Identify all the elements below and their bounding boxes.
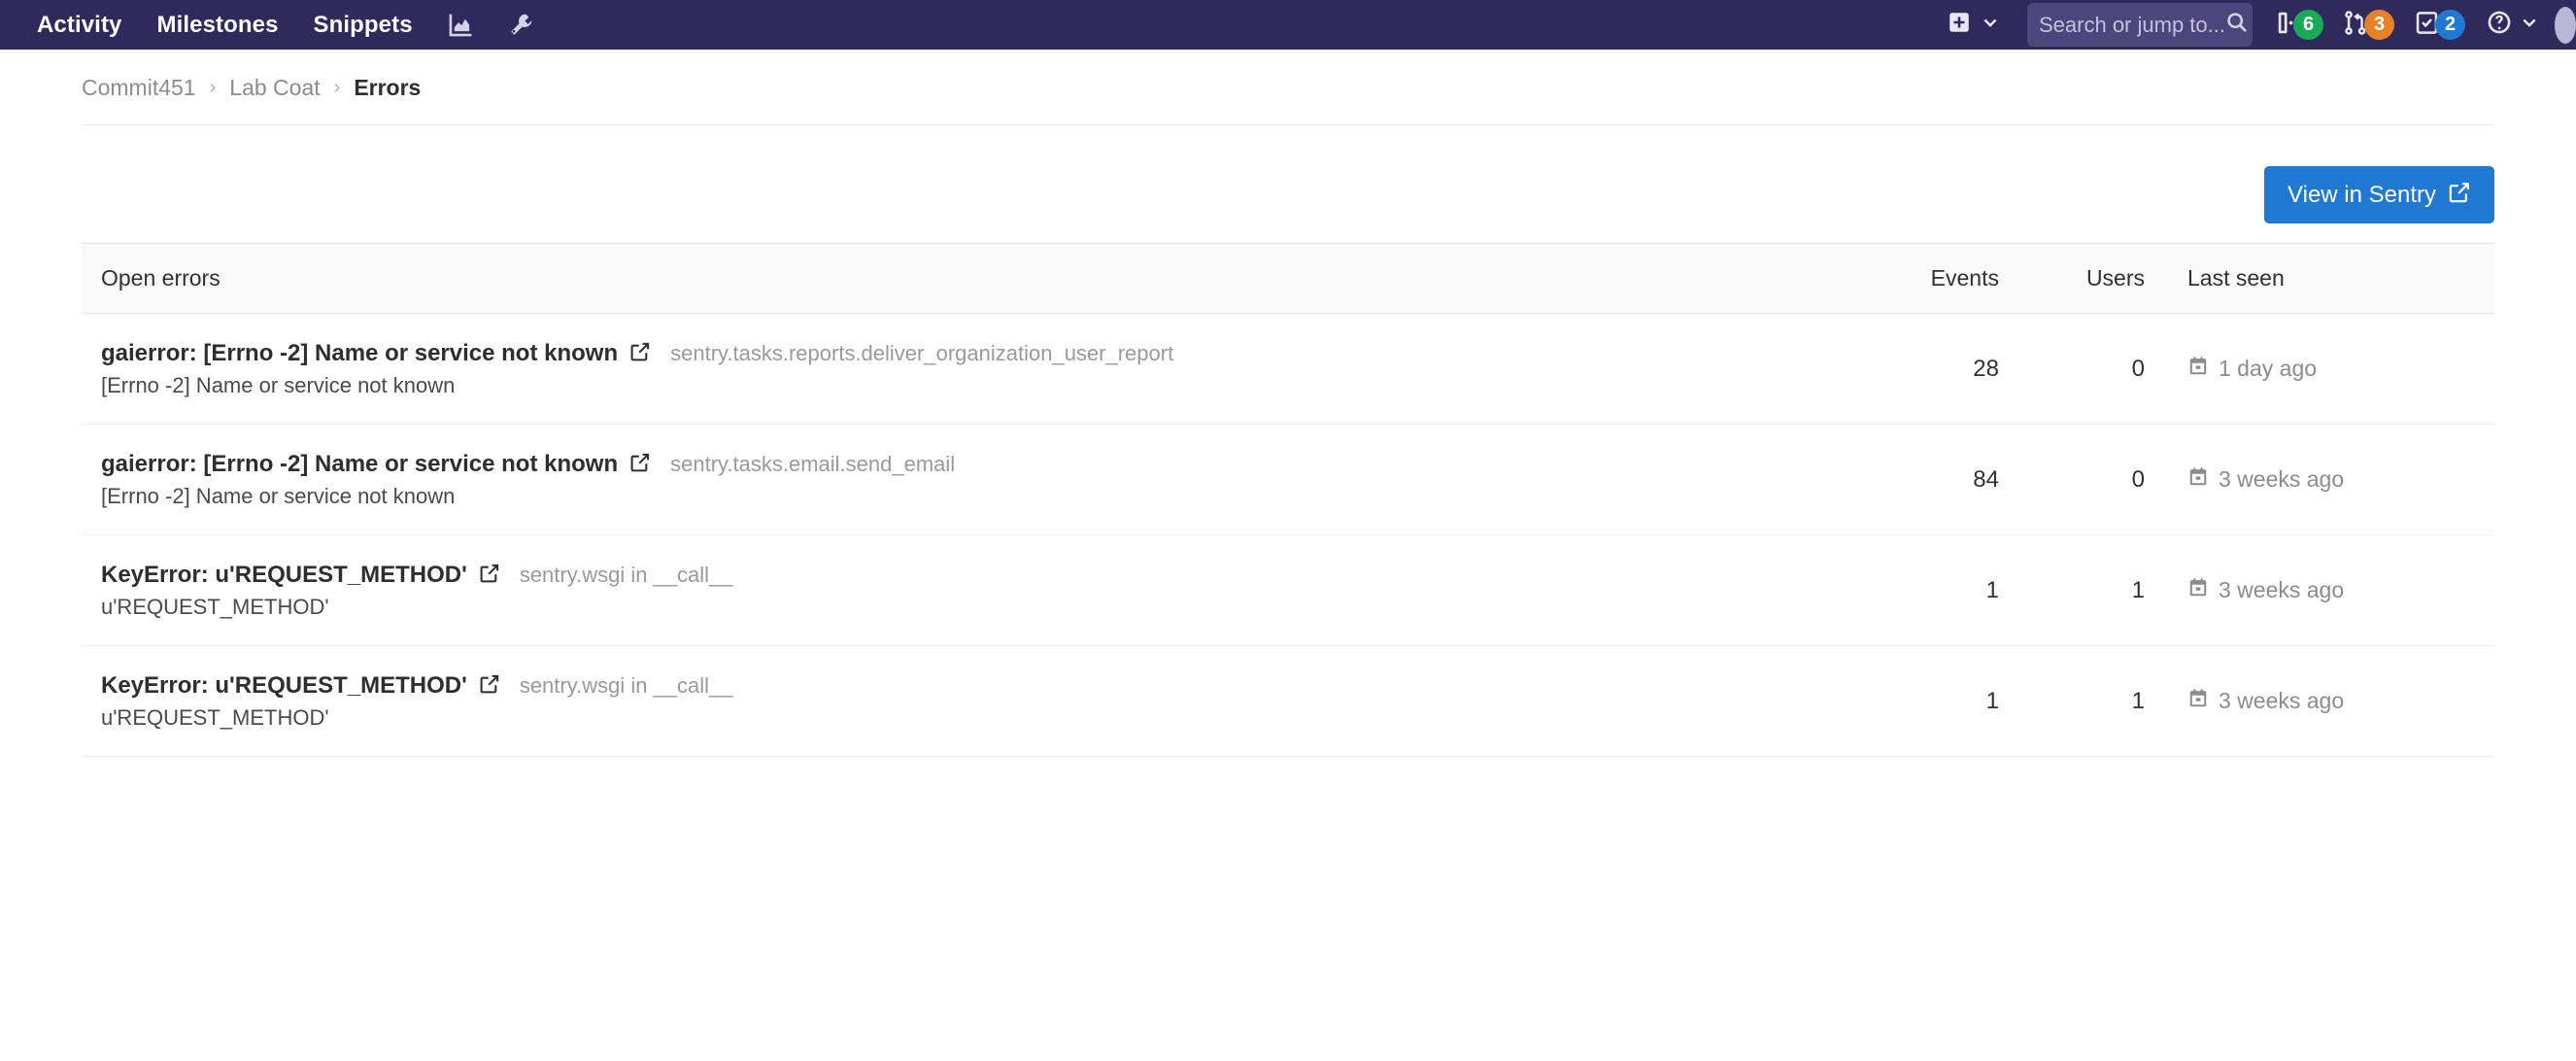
last-seen: 1 day ago	[2187, 356, 2317, 383]
column-header-last-seen: Last seen	[2145, 243, 2494, 314]
error-last-seen-cell: 3 weeks ago	[2145, 424, 2494, 535]
error-events-count: 1	[1853, 534, 1999, 646]
user-avatar[interactable]	[2551, 0, 2576, 50]
error-title[interactable]: KeyError: u'REQUEST_METHOD'	[101, 672, 467, 700]
error-heading: KeyError: u'REQUEST_METHOD' sentry.wsgi …	[101, 561, 1834, 589]
issues-badge: 6	[2293, 10, 2323, 40]
chart-icon[interactable]	[430, 0, 491, 50]
nav-item-milestones[interactable]: Milestones	[140, 0, 296, 50]
last-seen-text: 1 day ago	[2219, 356, 2318, 381]
last-seen-text: 3 weeks ago	[2219, 577, 2345, 602]
last-seen-text: 3 weeks ago	[2219, 688, 2345, 713]
last-seen: 3 weeks ago	[2187, 688, 2344, 715]
last-seen: 3 weeks ago	[2187, 466, 2344, 494]
column-header-events: Events	[1853, 243, 1999, 314]
chevron-down-icon	[1981, 13, 2000, 37]
error-events-count: 84	[1853, 424, 1999, 535]
wrench-icon[interactable]	[491, 0, 551, 50]
error-culprit: sentry.wsgi in __call__	[519, 673, 733, 698]
help-menu-button[interactable]	[2475, 0, 2551, 50]
issues-counter[interactable]: 6	[2262, 0, 2333, 50]
errors-table: Open errors Events Users Last seen gaier…	[82, 243, 2494, 757]
error-subtitle: [Errno -2] Name or service not known	[101, 484, 456, 508]
errors-table-head: Open errors Events Users Last seen	[82, 243, 2494, 314]
table-row[interactable]: gaierror: [Errno -2] Name or service not…	[82, 313, 2494, 425]
column-header-users: Users	[1999, 243, 2145, 314]
error-culprit: sentry.tasks.reports.deliver_organizatio…	[670, 341, 1174, 365]
errors-table-body: gaierror: [Errno -2] Name or service not…	[82, 313, 2494, 757]
calendar-icon	[2187, 577, 2209, 604]
merge-requests-counter[interactable]: 3	[2333, 0, 2404, 50]
error-last-seen-cell: 1 day ago	[2145, 313, 2494, 425]
top-navbar: Activity Milestones Snippets Search or j…	[0, 0, 2576, 50]
calendar-icon	[2187, 466, 2209, 494]
external-link-icon[interactable]	[479, 563, 500, 590]
nav-item-snippets[interactable]: Snippets	[296, 0, 430, 50]
view-in-sentry-button[interactable]: View in Sentry	[2264, 166, 2494, 223]
error-subtitle: u'REQUEST_METHOD'	[101, 595, 329, 619]
error-users-count: 0	[1999, 424, 2145, 535]
error-heading: gaierror: [Errno -2] Name or service not…	[101, 339, 1834, 367]
last-seen: 3 weeks ago	[2187, 577, 2344, 604]
error-users-count: 1	[1999, 534, 2145, 646]
create-new-button[interactable]	[1933, 0, 2014, 50]
external-link-icon[interactable]	[629, 452, 651, 479]
external-link-icon[interactable]	[479, 673, 500, 701]
error-title[interactable]: gaierror: [Errno -2] Name or service not…	[101, 340, 618, 367]
error-last-seen-cell: 3 weeks ago	[2145, 534, 2494, 646]
breadcrumb-item-current: Errors	[354, 75, 422, 100]
error-events-count: 28	[1853, 313, 1999, 425]
error-subtitle: u'REQUEST_METHOD'	[101, 705, 329, 730]
last-seen-text: 3 weeks ago	[2219, 466, 2345, 492]
todos-badge: 2	[2435, 10, 2465, 40]
calendar-icon	[2187, 688, 2209, 715]
error-events-count: 1	[1853, 645, 1999, 757]
error-culprit: sentry.tasks.email.send_email	[670, 452, 956, 476]
error-cell: gaierror: [Errno -2] Name or service not…	[82, 313, 1853, 425]
merge-requests-badge: 3	[2364, 10, 2394, 40]
main-content: View in Sentry Open errors Events Users …	[0, 125, 2576, 757]
breadcrumb-separator: ›	[209, 77, 217, 98]
error-cell: gaierror: [Errno -2] Name or service not…	[82, 424, 1853, 535]
error-last-seen-cell: 3 weeks ago	[2145, 645, 2494, 757]
error-culprit: sentry.wsgi in __call__	[519, 563, 733, 587]
breadcrumb-item-group[interactable]: Commit451	[82, 75, 196, 101]
nav-item-activity[interactable]: Activity	[19, 0, 140, 50]
error-users-count: 1	[1999, 645, 2145, 757]
column-header-open-errors: Open errors	[82, 243, 1853, 314]
error-cell: KeyError: u'REQUEST_METHOD' sentry.wsgi …	[82, 645, 1853, 757]
action-row: View in Sentry	[82, 125, 2494, 243]
error-heading: gaierror: [Errno -2] Name or service not…	[101, 450, 1834, 478]
question-circle-icon	[2487, 10, 2512, 40]
avatar	[2555, 6, 2576, 44]
navbar-left-section: Activity Milestones Snippets	[0, 0, 551, 50]
view-in-sentry-label: View in Sentry	[2288, 181, 2436, 208]
table-row[interactable]: gaierror: [Errno -2] Name or service not…	[82, 424, 2494, 535]
navbar-right-section: Search or jump to... 6 3 2	[1933, 0, 2576, 50]
external-link-icon	[2448, 181, 2471, 209]
breadcrumb: Commit451 › Lab Coat › Errors	[82, 75, 2494, 125]
external-link-icon[interactable]	[629, 341, 651, 368]
table-header-row: Open errors Events Users Last seen	[82, 243, 2494, 314]
breadcrumb-item-project[interactable]: Lab Coat	[229, 75, 320, 101]
todos-counter[interactable]: 2	[2404, 0, 2475, 50]
breadcrumb-container: Commit451 › Lab Coat › Errors	[0, 50, 2576, 125]
calendar-icon	[2187, 356, 2209, 383]
error-title[interactable]: gaierror: [Errno -2] Name or service not…	[101, 451, 618, 478]
search-input[interactable]: Search or jump to...	[2027, 3, 2253, 47]
search-placeholder: Search or jump to...	[2039, 12, 2225, 37]
error-users-count: 0	[1999, 313, 2145, 425]
error-heading: KeyError: u'REQUEST_METHOD' sentry.wsgi …	[101, 671, 1834, 700]
plus-square-icon	[1947, 10, 1972, 40]
error-subtitle: [Errno -2] Name or service not known	[101, 373, 456, 397]
search-icon	[2225, 11, 2249, 39]
page-body: Commit451 › Lab Coat › Errors View in Se…	[0, 50, 2576, 757]
table-row[interactable]: KeyError: u'REQUEST_METHOD' sentry.wsgi …	[82, 534, 2494, 646]
chevron-down-icon	[2520, 13, 2539, 37]
table-row[interactable]: KeyError: u'REQUEST_METHOD' sentry.wsgi …	[82, 645, 2494, 757]
breadcrumb-separator: ›	[333, 77, 341, 98]
error-cell: KeyError: u'REQUEST_METHOD' sentry.wsgi …	[82, 534, 1853, 646]
error-title[interactable]: KeyError: u'REQUEST_METHOD'	[101, 562, 467, 589]
